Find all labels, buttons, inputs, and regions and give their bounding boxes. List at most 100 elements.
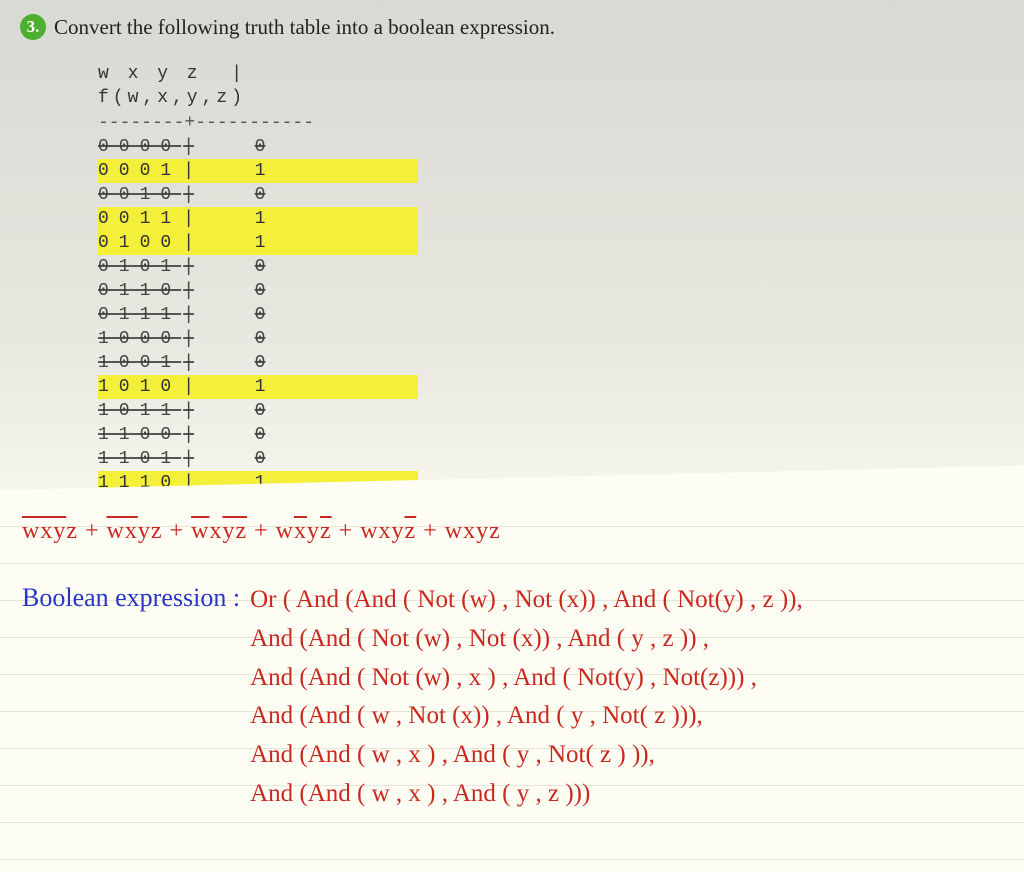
row-separator: | xyxy=(183,351,194,375)
plus-operator: + xyxy=(78,518,107,544)
boolean-expression-label: Boolean expression : xyxy=(22,581,240,613)
boolean-expression-line: And (And ( Not (w) , Not (x)) , And ( y … xyxy=(250,620,803,659)
row-cells: 1100 xyxy=(98,423,181,447)
table-header: w x y z | f(w,x,y,z) xyxy=(98,62,418,111)
sop-variable: x xyxy=(379,518,392,544)
row-cells: 0110 xyxy=(98,279,181,303)
table-body: 0000|00001|10010|00011|10100|10101|00110… xyxy=(98,135,418,519)
row-separator: | xyxy=(183,303,194,327)
row-separator: | xyxy=(183,327,194,351)
row-output: 0 xyxy=(200,423,320,447)
row-separator: | xyxy=(183,447,194,471)
table-row: 1001|0 xyxy=(98,351,418,375)
sop-variable: z xyxy=(489,518,501,544)
row-output: 0 xyxy=(200,399,320,423)
row-separator: | xyxy=(183,135,194,159)
sop-variable: w xyxy=(191,518,209,544)
boolean-expression-line: Or ( And (And ( Not (w) , Not (x)) , And… xyxy=(250,581,803,620)
row-separator: | xyxy=(183,159,194,183)
sop-variable: y xyxy=(53,518,66,544)
sop-variable: z xyxy=(405,518,417,544)
table-row: 1010|1 xyxy=(98,375,418,399)
table-row: 0111|0 xyxy=(98,303,418,327)
row-cells: 1000 xyxy=(98,327,181,351)
table-row: 0100|1 xyxy=(98,231,418,255)
plus-operator: + xyxy=(247,518,276,544)
row-cells: 0010 xyxy=(98,183,181,207)
row-separator: | xyxy=(183,255,194,279)
row-cells: 0001 xyxy=(98,159,181,183)
sop-variable: w xyxy=(276,518,294,544)
row-cells: 0100 xyxy=(98,231,181,255)
row-cells: 0111 xyxy=(98,303,181,327)
row-output: 1 xyxy=(200,231,320,255)
table-row: 0001|1 xyxy=(98,159,418,183)
row-separator: | xyxy=(183,399,194,423)
sop-variable: x xyxy=(125,518,138,544)
sop-variable: x xyxy=(463,518,476,544)
row-separator: | xyxy=(183,183,194,207)
question-number-badge: 3. xyxy=(20,14,46,40)
sop-variable: y xyxy=(392,518,405,544)
question-text: Convert the following truth table into a… xyxy=(54,14,555,40)
table-row: 1101|0 xyxy=(98,447,418,471)
boolean-expression-line: And (And ( w , x ) , And ( y , Not( z ) … xyxy=(250,736,803,775)
table-row: 0101|0 xyxy=(98,255,418,279)
sop-variable: y xyxy=(222,518,235,544)
row-output: 0 xyxy=(200,279,320,303)
row-cells: 1101 xyxy=(98,447,181,471)
boolean-expression-line: And (And ( w , Not (x)) , And ( y , Not(… xyxy=(250,697,803,736)
row-cells: 1001 xyxy=(98,351,181,375)
sop-variable: w xyxy=(107,518,125,544)
row-cells: 1011 xyxy=(98,399,181,423)
table-row: 1000|0 xyxy=(98,327,418,351)
row-output: 1 xyxy=(200,159,320,183)
row-output: 1 xyxy=(200,375,320,399)
table-row: 0000|0 xyxy=(98,135,418,159)
row-cells: 0011 xyxy=(98,207,181,231)
plus-operator: + xyxy=(332,518,361,544)
notes-area: wxyz + wxyz + wxyz + wxyz + wxyz + wxyz … xyxy=(0,490,1024,872)
sop-variable: w xyxy=(360,518,378,544)
question-row: 3. Convert the following truth table int… xyxy=(20,14,1004,40)
sop-variable: w xyxy=(22,518,40,544)
row-cells: 1010 xyxy=(98,375,181,399)
header-vars: w x y z xyxy=(98,64,202,84)
sop-variable: z xyxy=(151,518,163,544)
row-output: 0 xyxy=(200,255,320,279)
sop-variable: y xyxy=(476,518,489,544)
sop-variable: z xyxy=(66,518,78,544)
row-output: 0 xyxy=(200,183,320,207)
row-output: 1 xyxy=(200,207,320,231)
table-row: 0011|1 xyxy=(98,207,418,231)
header-function: f(w,x,y,z) xyxy=(98,88,246,108)
sum-of-products: wxyz + wxyz + wxyz + wxyz + wxyz + wxyz xyxy=(22,518,1002,545)
row-separator: | xyxy=(183,231,194,255)
sop-variable: y xyxy=(307,518,320,544)
plus-operator: + xyxy=(416,518,445,544)
table-row: 1011|0 xyxy=(98,399,418,423)
row-cells: 0101 xyxy=(98,255,181,279)
table-divider: --------+----------- xyxy=(98,111,418,135)
sop-variable: x xyxy=(40,518,53,544)
boolean-expression-line: And (And ( w , x ) , And ( y , z ))) xyxy=(250,775,803,814)
sop-variable: z xyxy=(235,518,247,544)
row-separator: | xyxy=(183,375,194,399)
sop-variable: z xyxy=(320,518,332,544)
table-row: 0010|0 xyxy=(98,183,418,207)
row-separator: | xyxy=(183,207,194,231)
row-output: 0 xyxy=(200,327,320,351)
row-output: 0 xyxy=(200,135,320,159)
sop-variable: x xyxy=(209,518,222,544)
header-separator: | xyxy=(231,64,246,84)
sop-variable: y xyxy=(138,518,151,544)
boolean-expression-line: And (And ( Not (w) , x ) , And ( Not(y) … xyxy=(250,659,803,698)
boolean-expression-body: Or ( And (And ( Not (w) , Not (x)) , And… xyxy=(250,581,803,814)
row-cells: 0000 xyxy=(98,135,181,159)
row-output: 0 xyxy=(200,303,320,327)
plus-operator: + xyxy=(163,518,192,544)
row-output: 0 xyxy=(200,447,320,471)
row-separator: | xyxy=(183,423,194,447)
truth-table: w x y z | f(w,x,y,z) --------+----------… xyxy=(98,62,418,519)
sop-variable: x xyxy=(294,518,307,544)
